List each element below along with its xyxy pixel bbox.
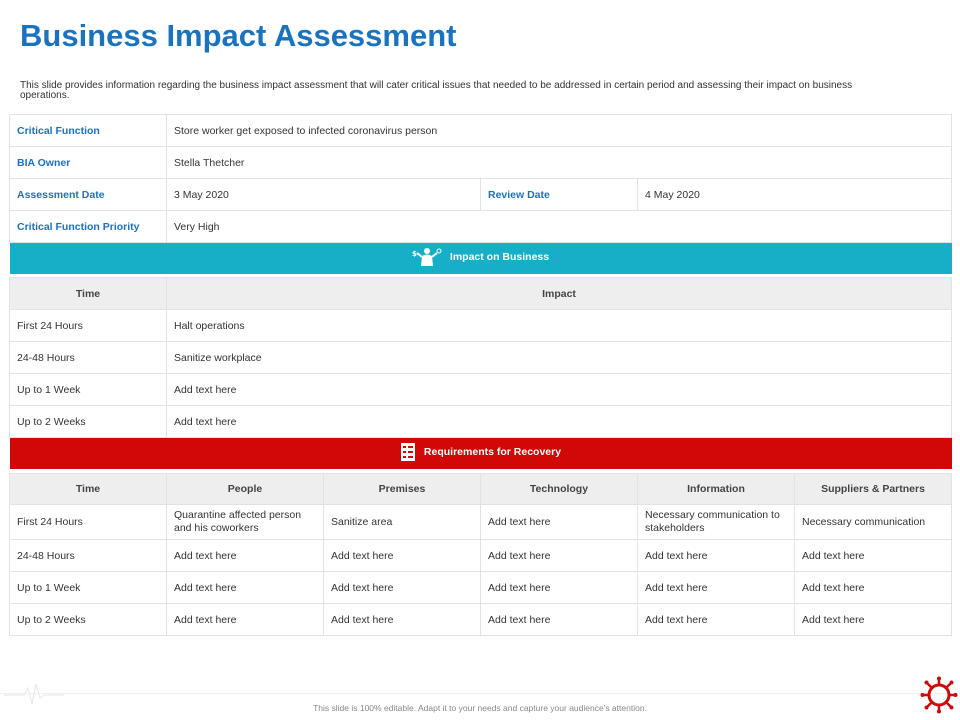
column-header: Impact [166, 277, 952, 310]
table-row: Up to 1 Week Add text here Add text here… [9, 571, 952, 604]
suppliers-cell: Add text here [794, 571, 952, 604]
people-cell: Add text here [166, 603, 324, 636]
time-cell: Up to 2 Weeks [9, 603, 167, 636]
review-date-label: Review Date [480, 178, 638, 211]
table-row: 24-48 Hours Sanitize workplace [9, 341, 952, 374]
suppliers-cell: Add text here [794, 603, 952, 636]
people-cell: Add text here [166, 571, 324, 604]
time-cell: Up to 1 Week [9, 373, 167, 406]
premises-cell: Sanitize area [323, 504, 481, 540]
time-cell: Up to 2 Weeks [9, 405, 167, 438]
suppliers-cell: Necessary communication [794, 504, 952, 540]
technology-cell: Add text here [480, 603, 638, 636]
column-header: Technology [480, 473, 638, 505]
bia-owner-value: Stella Thetcher [165, 146, 953, 179]
page-title: Business Impact Assessment [20, 18, 457, 53]
table-row: First 24 Hours Quarantine affected perso… [9, 504, 952, 540]
impact-cell: Sanitize workplace [166, 341, 952, 374]
table-row: Assessment Date 3 May 2020 Review Date 4… [9, 178, 953, 211]
people-cell: Add text here [166, 539, 324, 572]
table-row: BIA Owner Stella Thetcher [9, 146, 953, 179]
assessment-date-label: Assessment Date [9, 178, 167, 211]
impact-cell: Add text here [166, 405, 952, 438]
table-row: Up to 2 Weeks Add text here [9, 405, 952, 438]
time-cell: First 24 Hours [9, 309, 167, 342]
technology-cell: Add text here [480, 571, 638, 604]
premises-cell: Add text here [323, 571, 481, 604]
time-cell: Up to 1 Week [9, 571, 167, 604]
assessment-date-value: 3 May 2020 [166, 178, 481, 211]
review-date-value: 4 May 2020 [636, 178, 953, 211]
critical-function-value: Store worker get exposed to infected cor… [165, 114, 953, 147]
column-header: People [166, 473, 324, 505]
impact-cell: Add text here [166, 373, 952, 406]
column-header: Time [9, 277, 167, 310]
bia-owner-label: BIA Owner [9, 146, 167, 179]
technology-cell: Add text here [480, 504, 638, 540]
assessment-table: Critical Function Store worker get expos… [9, 114, 953, 274]
critical-function-label: Critical Function [9, 114, 167, 147]
impact-table: Time Impact First 24 Hours Halt operatio… [9, 277, 952, 469]
table-row: Up to 1 Week Add text here [9, 373, 952, 406]
table-row: Up to 2 Weeks Add text here Add text her… [9, 603, 952, 636]
time-cell: 24-48 Hours [9, 539, 167, 572]
impact-banner: $ Impact on Business [9, 242, 952, 274]
slide-description: This slide provides information regardin… [20, 80, 853, 101]
information-cell: Add text here [637, 571, 795, 604]
footer-divider [0, 693, 960, 694]
table-row: 24-48 Hours Add text here Add text here … [9, 539, 952, 572]
impact-cell: Halt operations [166, 309, 952, 342]
information-cell: Add text here [637, 539, 795, 572]
column-header: Information [637, 473, 795, 505]
premises-cell: Add text here [323, 539, 481, 572]
column-header: Suppliers & Partners [794, 473, 952, 505]
priority-value: Very High [165, 210, 953, 243]
impact-banner-label: Impact on Business [449, 251, 550, 263]
table-row: Critical Function Store worker get expos… [9, 114, 953, 147]
suppliers-cell: Add text here [794, 539, 952, 572]
column-header: Time [9, 473, 167, 505]
recovery-banner-label: Requirements for Recovery [423, 446, 562, 458]
business-person-icon: $ [412, 248, 442, 266]
checklist-icon [400, 443, 415, 461]
virus-icon [920, 676, 958, 714]
recovery-banner: Requirements for Recovery [9, 437, 952, 469]
column-header: Premises [323, 473, 481, 505]
time-cell: First 24 Hours [9, 504, 167, 540]
table-row: Critical Function Priority Very High [9, 210, 953, 243]
footer-note: This slide is 100% editable. Adapt it to… [313, 703, 647, 713]
svg-text:$: $ [412, 250, 417, 258]
recovery-table: Time People Premises Technology Informat… [9, 473, 952, 636]
table-header-row: Time Impact [9, 277, 952, 310]
people-cell: Quarantine affected person and his cowor… [166, 504, 324, 540]
technology-cell: Add text here [480, 539, 638, 572]
table-header-row: Time People Premises Technology Informat… [9, 473, 952, 505]
information-cell: Necessary communication to stakeholders [637, 504, 795, 540]
table-row: First 24 Hours Halt operations [9, 309, 952, 342]
premises-cell: Add text here [323, 603, 481, 636]
priority-label: Critical Function Priority [9, 210, 167, 243]
time-cell: 24-48 Hours [9, 341, 167, 374]
information-cell: Add text here [637, 603, 795, 636]
